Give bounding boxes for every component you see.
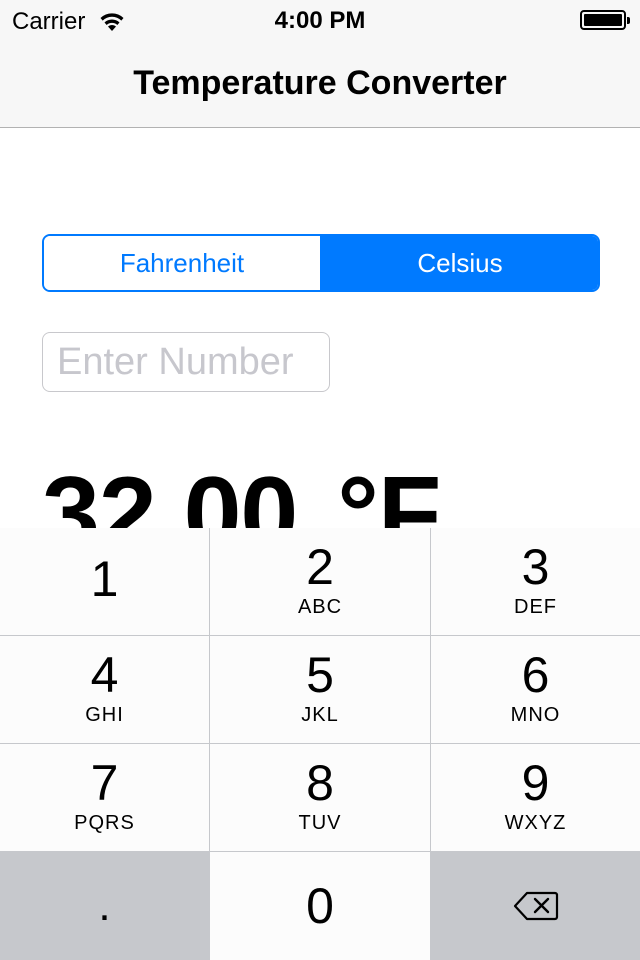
key-3-letters: DEF (514, 596, 557, 618)
key-7-digit: 7 (90, 755, 119, 811)
page-title: Temperature Converter (133, 64, 507, 102)
segment-celsius-label: Celsius (417, 247, 503, 278)
key-6-digit: 6 (521, 647, 550, 703)
segment-fahrenheit-label: Fahrenheit (119, 247, 245, 278)
top-bar: Carrier 4:00 PM Temperature Converter (0, 0, 640, 128)
status-time: 4:00 PM (274, 7, 366, 34)
key-2-digit: 2 (306, 539, 334, 595)
status-bar: Carrier 4:00 PM (0, 0, 640, 40)
key-1[interactable]: 1 (0, 528, 209, 635)
key-8-digit: 8 (306, 755, 334, 811)
key-decimal[interactable]: . (0, 852, 209, 960)
key-7[interactable]: 7 PQRS (0, 744, 209, 851)
unit-segmented-control[interactable]: Fahrenheit Celsius (42, 234, 600, 292)
key-4[interactable]: 4 GHI (0, 636, 209, 743)
key-5-digit: 5 (306, 647, 334, 703)
segment-celsius[interactable]: Celsius (320, 236, 598, 290)
number-keypad: 1 2 ABC 3 DEF 4 GHI 5 JKL 6 MNO 7 PQRS 8… (0, 528, 640, 960)
key-8[interactable]: 8 TUV (210, 744, 430, 851)
key-1-digit: 1 (90, 551, 119, 607)
key-4-digit: 4 (90, 647, 119, 703)
key-4-letters: GHI (85, 704, 124, 726)
key-9-letters: WXYZ (504, 812, 567, 834)
key-0[interactable]: 0 (210, 852, 430, 960)
backspace-key[interactable] (431, 852, 640, 960)
key-6-letters: MNO (510, 704, 561, 726)
key-5[interactable]: 5 JKL (210, 636, 430, 743)
key-6[interactable]: 6 MNO (431, 636, 640, 743)
number-input[interactable] (42, 332, 330, 392)
key-9[interactable]: 9 WXYZ (431, 744, 640, 851)
key-2-letters: ABC (297, 596, 343, 618)
key-5-letters: JKL (301, 704, 339, 726)
key-9-digit: 9 (521, 755, 550, 811)
segment-fahrenheit[interactable]: Fahrenheit (44, 236, 320, 290)
key-decimal-digit: . (98, 881, 111, 930)
key-3[interactable]: 3 DEF (431, 528, 640, 635)
key-3-digit: 3 (521, 539, 550, 595)
key-8-letters: TUV (298, 812, 342, 834)
key-7-letters: PQRS (74, 812, 135, 834)
backspace-icon (513, 891, 558, 921)
battery-icon (580, 10, 630, 30)
key-0-digit: 0 (306, 878, 334, 934)
key-2[interactable]: 2 ABC (210, 528, 430, 635)
